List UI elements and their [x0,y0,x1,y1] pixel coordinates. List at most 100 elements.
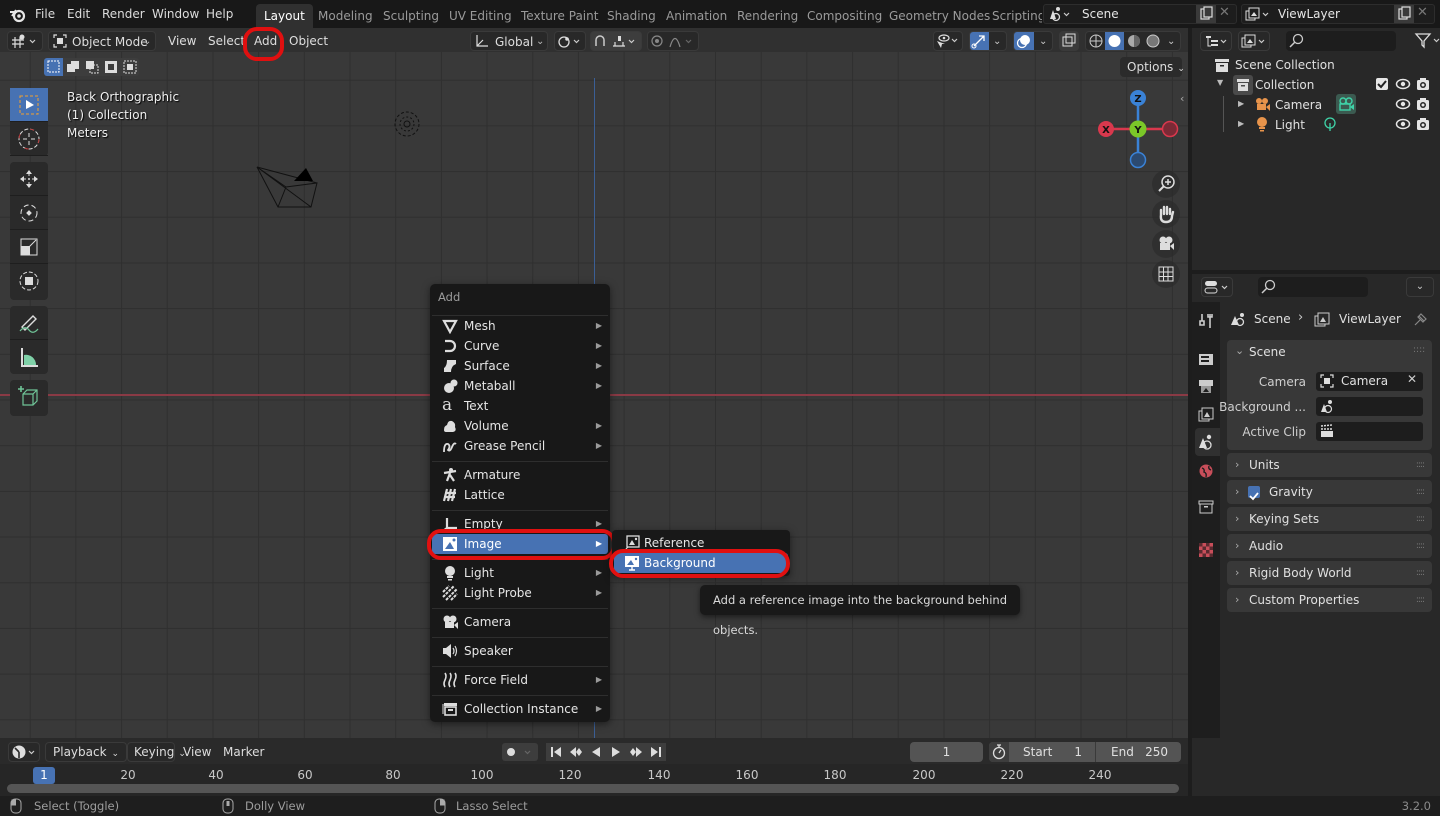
scene-panel-title[interactable]: Scene [1249,345,1286,359]
outliner-search-input[interactable] [1286,31,1396,51]
tab-world[interactable] [1198,463,1214,482]
tab-texture[interactable] [1198,542,1214,561]
use-preview-range-toggle[interactable] [989,742,1009,762]
blender-logo-icon[interactable] [9,6,26,23]
menu-item-metaball[interactable]: Metaball ▶ [432,376,608,396]
extend-selection-icon[interactable] [64,58,82,76]
tab-layout[interactable]: Layout [256,4,313,28]
collection-exclude-checkbox[interactable] [1376,78,1388,90]
menu-item-force-field[interactable]: Force Field ▶ [432,670,608,690]
menu-select[interactable]: Select [208,31,245,51]
menu-edit[interactable]: Edit [67,0,90,28]
menu-file[interactable]: File [35,0,55,28]
menu-item-grease-pencil[interactable]: Grease Pencil ▶ [432,436,608,456]
keying-sets-panel[interactable]: › Keying Sets:::: [1227,507,1432,531]
menu-item-surface[interactable]: Surface ▶ [432,356,608,376]
overlays-toggle[interactable]: ⌄ [1013,31,1053,51]
mode-dropdown[interactable]: Object Mode ⌄ [48,31,156,51]
invert-selection-icon[interactable] [102,58,120,76]
scene-name[interactable]: Scene [1082,7,1119,21]
timeline-scrollbar[interactable] [7,784,1179,793]
camera-field[interactable]: Camera ✕ [1316,372,1423,391]
panel-grip-icon[interactable]: :::: [1416,588,1425,612]
gizmo-neg-x[interactable] [1161,120,1179,138]
camera-view-button[interactable] [1152,230,1180,258]
scene-selector[interactable]: Scene ✕ [1043,4,1237,24]
menu-object[interactable]: Object [289,31,328,51]
snap-toggle[interactable] [590,31,642,51]
properties-search-input[interactable] [1258,277,1368,297]
toggle-perspective-button[interactable] [1152,260,1180,288]
pivot-point-dropdown[interactable] [554,31,586,51]
camera-object[interactable] [250,160,325,215]
scale-tool[interactable] [10,230,48,264]
menu-item-lattice[interactable]: Lattice [432,485,608,505]
menu-item-camera[interactable]: Camera [432,612,608,632]
playback-dropdown[interactable]: Playback ⌄ [45,742,127,762]
subtract-selection-icon[interactable] [83,58,101,76]
tab-render[interactable] [1198,350,1214,369]
panel-grip-icon[interactable]: :::: [1413,345,1425,355]
measure-tool[interactable] [10,340,48,374]
wireframe-shading-icon[interactable] [1088,33,1104,50]
intersect-selection-icon[interactable] [121,58,139,76]
menu-item-curve[interactable]: Curve ▶ [432,336,608,356]
jump-start-button[interactable] [546,743,566,761]
outliner-item-light[interactable]: Light [1275,118,1305,132]
menu-item-light[interactable]: Light ▶ [432,563,608,583]
background-scene-field[interactable] [1316,397,1423,416]
panel-grip-icon[interactable]: :::: [1416,561,1425,585]
camera-data-icon[interactable] [1336,94,1356,114]
start-frame-field[interactable]: Start 1 [1010,742,1095,762]
jump-end-button[interactable] [646,743,666,761]
set-selection-icon[interactable] [44,58,63,76]
rotate-tool[interactable] [10,196,48,230]
collection-expand-icon[interactable]: ▼ [1217,78,1223,87]
collection-label[interactable]: Collection [1255,78,1314,92]
gravity-panel[interactable]: › Gravity:::: [1227,480,1432,504]
render-camera-icon[interactable] [1415,76,1431,92]
properties-options-dropdown[interactable]: ⌄ [1406,277,1434,297]
menu-render[interactable]: Render [102,0,145,28]
visibility-selectability-dropdown[interactable] [933,31,963,51]
timeline-editor-type-button[interactable] [8,742,40,762]
camera-expand-icon[interactable]: ▶ [1238,99,1244,108]
current-frame-indicator[interactable]: 1 [33,767,55,784]
view-layer-selector[interactable]: ViewLayer ✕ [1241,4,1435,24]
tab-scripting[interactable]: Scripting [984,4,1042,28]
new-scene-icon[interactable] [1196,5,1216,23]
menu-view[interactable]: View [168,31,196,51]
menu-item-armature[interactable]: Armature [432,465,608,485]
panel-grip-icon[interactable]: :::: [1416,507,1425,531]
selection-mode-group[interactable] [44,58,139,76]
prev-keyframe-button[interactable] [566,743,586,761]
panel-grip-icon[interactable]: :::: [1416,480,1425,504]
view-layer-icon[interactable] [1245,6,1273,22]
menu-item-light-probe[interactable]: Light Probe ▶ [432,583,608,603]
light-object[interactable] [392,109,422,139]
panel-grip-icon[interactable]: :::: [1416,534,1425,558]
options-dropdown[interactable]: Options ⌄ [1120,57,1185,77]
menu-help[interactable]: Help [206,0,233,28]
tab-shading[interactable]: Shading [599,4,664,28]
cursor-tool[interactable] [10,122,48,156]
menu-item-text[interactable]: a Text [432,396,608,416]
outliner-item-camera[interactable]: Camera [1275,98,1322,112]
shading-mode-group[interactable]: ⌄ [1085,31,1181,51]
sidebar-toggle-icon[interactable]: ‹ [1180,92,1184,105]
timeline-menu-marker[interactable]: Marker [223,745,264,759]
current-frame-field[interactable]: 1 [910,742,983,762]
eye-icon[interactable] [1395,96,1411,112]
proportional-editing-toggle[interactable] [647,31,699,51]
render-camera-icon[interactable] [1415,96,1431,112]
tab-compositing[interactable]: Compositing [799,4,890,28]
render-camera-icon[interactable] [1415,116,1431,132]
scene-collection-label[interactable]: Scene Collection [1235,58,1335,72]
pin-icon[interactable] [1413,311,1429,330]
tab-uv-editing[interactable]: UV Editing [441,4,520,28]
move-tool[interactable] [10,162,48,196]
custom-properties-panel[interactable]: › Custom Properties:::: [1227,588,1432,612]
annotate-tool[interactable] [10,306,48,340]
light-expand-icon[interactable]: ▶ [1238,119,1244,128]
display-mode-dropdown[interactable] [1238,31,1270,51]
